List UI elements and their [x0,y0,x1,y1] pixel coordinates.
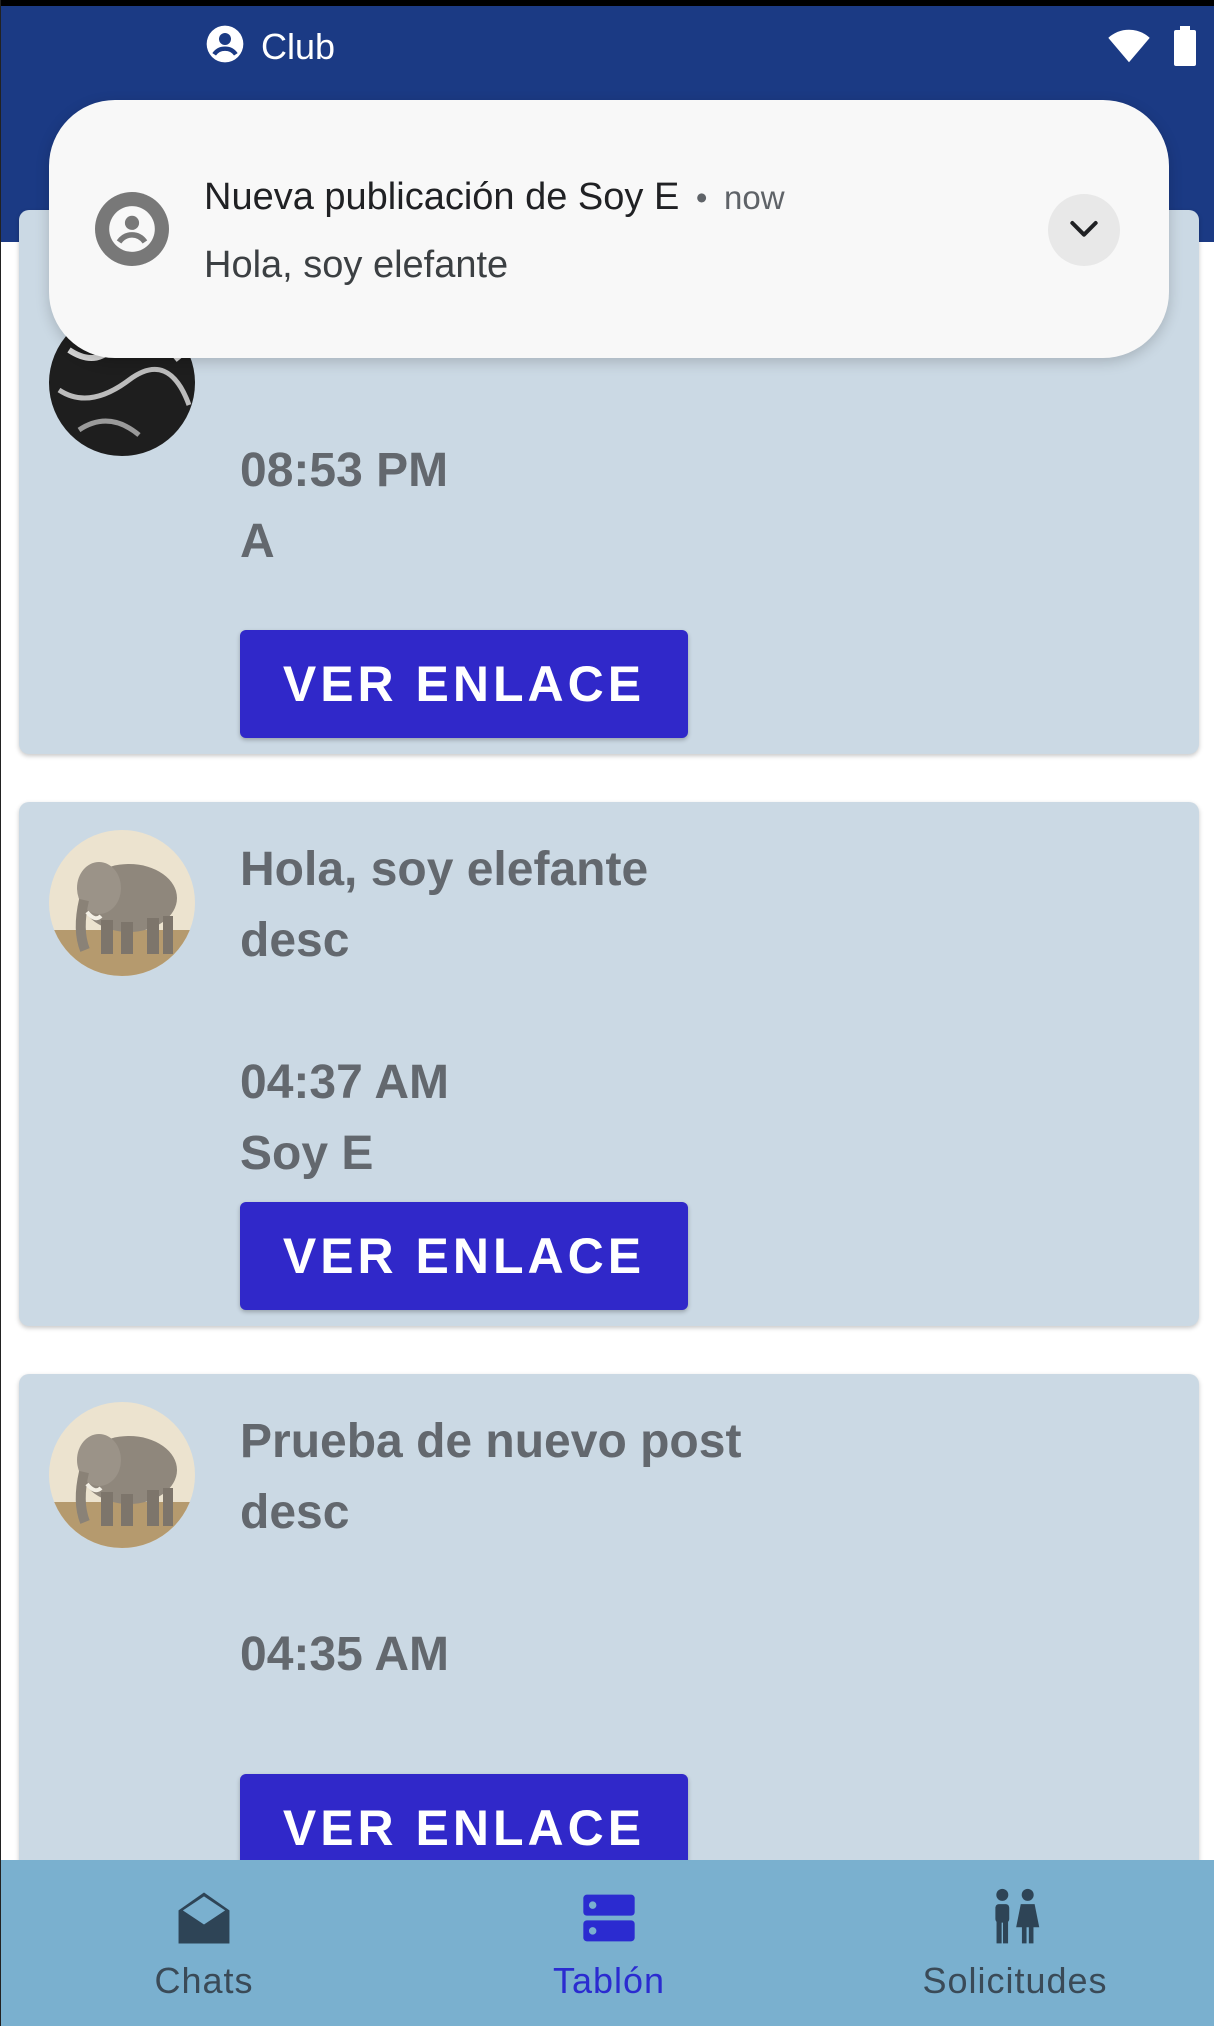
account-circle-icon [205,24,245,69]
notification-time: now [723,179,785,216]
post-text: Prueba de nuevo post desc 04:35 AM [240,1406,741,1761]
people-icon [989,1886,1041,1950]
notification-expand-button[interactable] [1048,194,1120,266]
post-avatar [49,1402,195,1548]
notification-separator: • [695,179,708,216]
nav-item-requests[interactable]: Solicitudes [903,1860,1127,2026]
view-link-button[interactable]: VER ENLACE [240,630,688,738]
post-author [240,1690,741,1761]
nav-item-board[interactable]: Tablón [506,1860,712,2026]
board-icon [581,1886,637,1950]
post-time: 08:53 PM [240,444,449,497]
post-time: 04:35 AM [240,1628,449,1681]
notification-body: Hola, soy elefante [204,244,509,286]
post-title: Prueba de nuevo post [240,1415,742,1468]
post-card: Prueba de nuevo post desc 04:35 AM VER E… [19,1374,1199,1860]
nav-label-board: Tablón [552,1960,666,2001]
wifi-icon [1107,28,1151,69]
account-circle-icon [95,192,169,266]
push-notification[interactable]: Nueva publicación de Soy E • now Hola, s… [49,100,1169,358]
mail-open-icon [173,1886,235,1950]
battery-icon [1173,26,1197,71]
post-avatar [49,830,195,976]
status-right [1107,26,1197,71]
view-link-button[interactable]: VER ENLACE [240,1774,688,1860]
nav-label-requests: Solicitudes [922,1960,1108,2001]
post-description: desc [240,1486,350,1539]
post-title: Hola, soy elefante [240,843,649,896]
nav-label-chats: Chats [154,1960,254,2001]
notification-title-row: Nueva publicación de Soy E • now [204,176,785,219]
status-app-label: Club [261,25,336,67]
post-text: Hola, soy elefante desc 04:37 AM Soy E [240,834,648,1189]
post-card: Hola, soy elefante desc 04:37 AM Soy E V… [19,802,1199,1326]
status-left: Club [205,24,335,69]
post-author: Soy E [240,1127,374,1180]
post-time: 04:37 AM [240,1056,449,1109]
post-author: A [240,515,275,568]
notification-title: Nueva publicación de Soy E [204,176,680,218]
view-link-button[interactable]: VER ENLACE [240,1202,688,1310]
nav-item-chats[interactable]: Chats [101,1860,307,2026]
status-bar: Club [1,0,1214,90]
chevron-down-icon [1064,208,1104,253]
post-description: desc [240,914,350,967]
bottom-navigation: Chats Tablón Solicitudes [1,1860,1214,2026]
